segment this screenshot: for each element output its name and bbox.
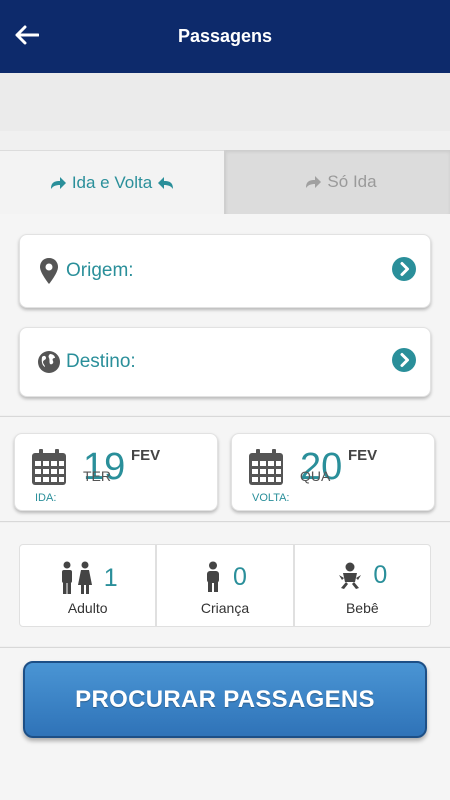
search-tickets-button[interactable]: PROCURAR PASSAGENS [23,661,427,738]
return-date-card[interactable]: 20 QUA FEV VOLTA: [231,433,435,511]
arrow-left-icon [15,25,39,45]
globe-icon [36,350,62,374]
baby-icon [339,562,362,589]
return-weekday: QUA [300,468,331,484]
destination-label: Destino: [66,351,136,372]
departure-date-card[interactable]: 19 TER FEV IDA: [14,433,218,511]
share-forward-icon [306,176,322,188]
passenger-selector: 1 Adulto 0 Criança 0 Bebê [19,544,431,627]
share-forward-icon [50,176,66,189]
page-title: Passagens [177,26,273,46]
baby-selector[interactable]: 0 Bebê [295,545,430,626]
return-tag: VOLTA: [252,492,290,504]
origin-label: Origem: [66,260,134,281]
adult-count: 1 [103,563,118,592]
child-icon [207,561,220,592]
baby-count: 0 [373,561,388,589]
return-month: FEV [348,447,378,464]
app-bar: Passagens [0,0,450,73]
child-count: 0 [233,562,247,591]
chevron-right-icon [392,347,416,377]
departure-weekday: TER [83,468,111,484]
adult-selector[interactable]: 1 Adulto [20,545,158,626]
adult-label: Adulto [67,600,108,616]
child-selector[interactable]: 0 Criança [157,545,295,626]
tab-round-trip-label: Ida e Volta [71,172,153,192]
calendar-icon [249,449,283,485]
header-band [0,73,450,131]
map-pin-icon [36,257,62,285]
baby-label: Bebê [345,600,379,616]
departure-month: FEV [131,447,161,464]
tab-one-way-label: Só Ida [327,172,377,191]
child-label: Criança [200,600,250,616]
back-button[interactable] [14,22,40,48]
calendar-icon [32,449,66,485]
tab-round-trip[interactable]: Ida e Volta [0,150,224,214]
departure-tag: IDA: [35,492,57,504]
adult-couple-icon [61,561,92,594]
tab-one-way[interactable]: Só Ida [224,150,450,214]
destination-field[interactable]: Destino: [19,327,431,397]
trip-type-tabs: Ida e Volta Só Ida [0,150,450,214]
reply-icon [158,176,174,189]
origin-field[interactable]: Origem: [19,234,431,308]
chevron-right-icon [392,256,416,286]
